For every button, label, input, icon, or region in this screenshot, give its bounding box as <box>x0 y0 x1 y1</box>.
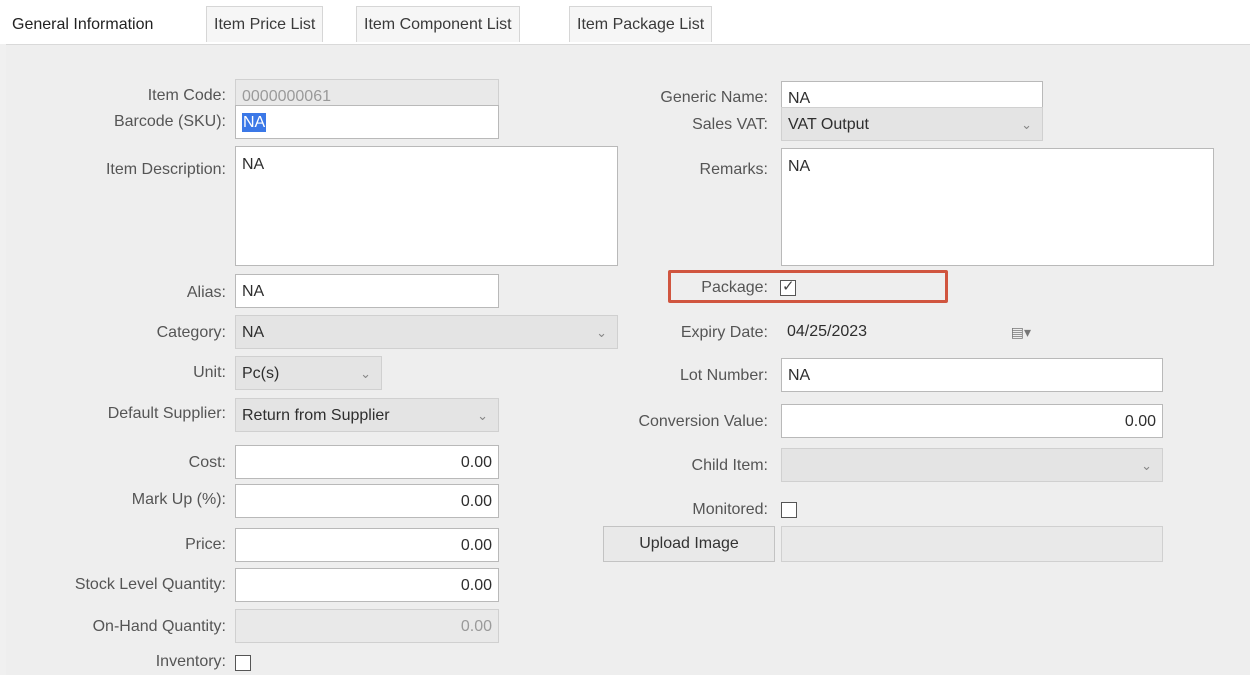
chevron-down-icon: ⌄ <box>477 408 488 423</box>
on-hand-field: 0.00 <box>235 609 499 643</box>
upload-image-button[interactable]: Upload Image <box>603 526 775 562</box>
category-label: Category: <box>156 324 226 341</box>
monitored-checkbox[interactable] <box>781 502 797 518</box>
tab-general-information[interactable]: General Information <box>4 6 162 42</box>
alias-field[interactable]: NA <box>235 274 499 308</box>
remarks-label: Remarks: <box>699 161 768 178</box>
child-item-label: Child Item: <box>691 457 768 474</box>
category-value: NA <box>242 324 265 341</box>
alias-label: Alias: <box>186 284 226 301</box>
markup-label: Mark Up (%): <box>131 491 226 508</box>
tab-bar: General Information Item Price List Item… <box>0 0 1250 44</box>
monitored-label: Monitored: <box>692 501 768 518</box>
expiry-date-picker[interactable]: 04/25/2023 ▤▾ <box>781 315 1043 349</box>
barcode-value: NA <box>242 113 267 132</box>
upload-image-path-field <box>781 526 1163 562</box>
calendar-icon[interactable]: ▤▾ <box>1011 315 1031 349</box>
barcode-label: Barcode (SKU): <box>113 113 226 130</box>
item-description-field[interactable]: NA <box>235 146 618 266</box>
cost-field[interactable]: 0.00 <box>235 445 499 479</box>
inventory-label: Inventory: <box>155 653 226 670</box>
child-item-dropdown[interactable]: ⌄ <box>781 448 1163 482</box>
default-supplier-label: Default Supplier: <box>107 405 226 422</box>
chevron-down-icon: ⌄ <box>360 366 371 381</box>
unit-label: Unit: <box>193 364 226 381</box>
cost-label: Cost: <box>188 454 226 471</box>
remarks-field[interactable]: NA <box>781 148 1214 266</box>
tab-item-component-list[interactable]: Item Component List <box>356 6 520 42</box>
on-hand-label: On-Hand Quantity: <box>92 618 226 635</box>
price-field[interactable]: 0.00 <box>235 528 499 562</box>
category-dropdown[interactable]: NA ⌄ <box>235 315 618 349</box>
expiry-date-value: 04/25/2023 <box>787 323 868 340</box>
generic-name-label: Generic Name: <box>660 89 768 106</box>
tab-item-price-list[interactable]: Item Price List <box>206 6 324 42</box>
conversion-value-field[interactable]: 0.00 <box>781 404 1163 438</box>
default-supplier-dropdown[interactable]: Return from Supplier ⌄ <box>235 398 499 432</box>
sales-vat-label: Sales VAT: <box>692 116 768 133</box>
default-supplier-value: Return from Supplier <box>242 407 390 424</box>
lot-number-field[interactable]: NA <box>781 358 1163 392</box>
inventory-checkbox[interactable] <box>235 655 251 671</box>
unit-dropdown[interactable]: Pc(s) ⌄ <box>235 356 382 390</box>
item-code-label: Item Code: <box>147 87 226 104</box>
checkmark-icon: ✓ <box>782 278 795 295</box>
chevron-down-icon: ⌄ <box>596 325 607 340</box>
sales-vat-dropdown[interactable]: VAT Output ⌄ <box>781 107 1043 141</box>
markup-field[interactable]: 0.00 <box>235 484 499 518</box>
lot-number-label: Lot Number: <box>679 367 768 384</box>
chevron-down-icon: ⌄ <box>1021 117 1032 132</box>
sales-vat-value: VAT Output <box>788 116 869 133</box>
price-label: Price: <box>185 536 226 553</box>
package-label: Package: <box>701 279 768 296</box>
conversion-value-label: Conversion Value: <box>638 413 768 430</box>
stock-level-label: Stock Level Quantity: <box>74 576 226 593</box>
chevron-down-icon: ⌄ <box>1141 458 1152 473</box>
tab-item-package-list[interactable]: Item Package List <box>569 6 713 42</box>
package-checkbox[interactable]: ✓ <box>780 278 796 296</box>
barcode-field[interactable]: NA <box>235 105 499 139</box>
unit-value: Pc(s) <box>242 365 280 382</box>
expiry-date-label: Expiry Date: <box>680 324 768 341</box>
stock-level-field[interactable]: 0.00 <box>235 568 499 602</box>
item-description-label: Item Description: <box>105 161 226 178</box>
